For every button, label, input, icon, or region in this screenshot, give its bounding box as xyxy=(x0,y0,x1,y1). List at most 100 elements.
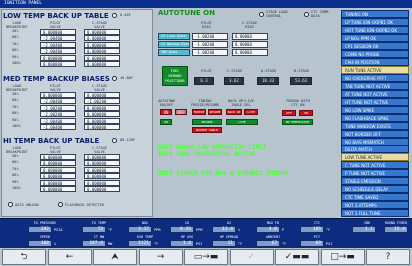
cstage-valve-cell[interactable]: 0.000000 xyxy=(84,179,120,186)
cstage-valve-cell[interactable]: 0.000000 xyxy=(84,35,120,42)
cstage-valve-cell[interactable]: 0.000000 xyxy=(84,54,120,61)
pilot-valve-cell[interactable]: 0.000000 xyxy=(40,154,76,160)
confirm-button[interactable]: ✓ xyxy=(229,249,274,265)
cstage-valve-cell[interactable]: 0.000000 xyxy=(84,48,120,55)
med-table-col3-header: C-STAGE VALVE xyxy=(92,84,108,92)
ibh-value: 1.1 xyxy=(352,226,376,233)
process-value-label: EXH TEMP xyxy=(136,235,154,239)
pilot-valve-cell[interactable]: 0.000000 xyxy=(40,61,76,67)
cstage-bias-value[interactable]: 0.00000 xyxy=(232,33,268,40)
status-indicator[interactable]: LP TUNE ION-OOPB1 OK xyxy=(341,17,409,26)
status-indicator[interactable]: P TUNE NOT ACTIVE xyxy=(341,169,409,178)
cstage-valve-cell[interactable]: 0.000000 xyxy=(84,160,120,167)
freeze-button[interactable]: FREEZE xyxy=(192,109,206,115)
pilot-valve-cell[interactable]: -2.00400 xyxy=(40,117,76,124)
pilot-bias-value[interactable]: -1.00200 xyxy=(192,33,228,40)
status-indicator[interactable]: COMB NO PROBE xyxy=(341,49,409,58)
status-indicator[interactable]: NO BIAS MISMATCH xyxy=(341,137,409,146)
back-arrow-button[interactable]: ← xyxy=(47,249,92,265)
cstage-valve-cell[interactable]: 0.000000 xyxy=(84,166,120,173)
stage-load-radio[interactable] xyxy=(259,12,264,17)
status-indicator[interactable]: TUNE WINDOW EXISTS xyxy=(341,121,409,130)
help-button[interactable]: ? xyxy=(366,249,410,265)
pilot-bias-value[interactable]: -1.00200 xyxy=(192,41,228,48)
status-indicator[interactable]: HOT TUNE ION-OOPB2 OK xyxy=(341,25,409,34)
pilot-valve-cell[interactable]: -2.00400 xyxy=(40,48,76,55)
status-indicator[interactable]: LP NOx PPM OK xyxy=(341,33,409,42)
cstage-valve-cell[interactable]: 0.000000 xyxy=(84,104,120,111)
status-indicator[interactable]: CTC TIME SAVED xyxy=(341,193,409,202)
pilot-valve-cell[interactable]: -2.00400 xyxy=(40,98,76,105)
hi-table-radio[interactable] xyxy=(112,138,117,143)
pilot-valve-cell[interactable]: 0.000000 xyxy=(40,29,76,35)
autotune-on-button[interactable]: ON xyxy=(160,109,172,115)
low-table-range: 0-40F xyxy=(120,13,131,17)
next-display-button[interactable]: □→▬ xyxy=(320,249,365,265)
status-indicator[interactable]: NOT 3 ATTEMPS xyxy=(341,201,409,210)
cstage-bias-value[interactable]: 0.00000 xyxy=(232,41,268,48)
up-arrow-button[interactable]: ⮝ xyxy=(93,249,137,265)
cstage-valve-cell[interactable]: 0.000000 xyxy=(84,111,120,118)
cstage-valve-cell[interactable]: 0.000000 xyxy=(84,186,120,192)
backup-button[interactable]: BACK UP xyxy=(226,109,242,115)
accept-button[interactable]: ✓▬▬ xyxy=(275,249,319,265)
low-table-radio[interactable] xyxy=(112,13,117,18)
status-indicator[interactable]: TAB TUNE NOT ACTIVE xyxy=(341,81,409,90)
status-indicator[interactable]: AT TUNE NOT ACTIVE xyxy=(341,89,409,98)
cstage-valve-cell[interactable]: 0.000000 xyxy=(84,117,120,124)
status-indicator[interactable]: CM4 IN POSITION xyxy=(341,57,409,66)
forward-arrow-button[interactable]: → xyxy=(138,249,183,265)
cstage-valve-cell[interactable]: 0.000000 xyxy=(84,154,120,160)
process-value: 11.4 xyxy=(212,226,236,233)
cstage-valve-cell[interactable]: 0.000000 xyxy=(84,92,120,98)
pilot-valve-cell[interactable]: -2.00400 xyxy=(40,41,76,48)
pilot-valve-cell[interactable]: 0.000000 xyxy=(40,186,76,192)
cstage-valve-cell[interactable]: 0.000000 xyxy=(84,41,120,48)
status-indicator[interactable]: TUNING ON xyxy=(341,10,409,18)
status-indicator[interactable]: LOW TUNE ACTIVE xyxy=(341,153,409,162)
ctc-off-button[interactable]: OFF xyxy=(282,110,296,116)
pilot-valve-cell[interactable]: 0.000000 xyxy=(40,173,76,180)
cstage-valve-cell[interactable]: 0.000000 xyxy=(84,29,120,35)
status-indicator[interactable]: DELTA MATCH xyxy=(341,145,409,154)
pilot-valve-cell[interactable]: 0.000000 xyxy=(40,92,76,98)
status-indicator[interactable]: C TUNE NOT ACTIVE xyxy=(341,161,409,170)
cstage-valve-cell[interactable]: 0.000000 xyxy=(84,61,120,67)
status-indicator[interactable]: NO FLASHBACK SPIKE xyxy=(341,113,409,122)
pilot-valve-cell[interactable]: 0.000000 xyxy=(40,54,76,61)
autotune-off-button[interactable]: OFF xyxy=(175,109,187,115)
backup-tables-panel xyxy=(1,9,153,217)
status-indicator[interactable]: STABLE EMISSION xyxy=(341,177,409,186)
med-table-radio[interactable] xyxy=(112,76,117,81)
autotune-on-status: ON xyxy=(160,119,172,125)
status-indicator[interactable]: CP1 SESSION OK xyxy=(341,41,409,50)
cstage-valve-cell[interactable]: 0.000000 xyxy=(84,173,120,180)
pilot-valve-cell[interactable]: -2.00200 xyxy=(40,111,76,118)
status-indicator[interactable]: NO LOW SPIKE xyxy=(341,105,409,114)
status-indicator[interactable]: RUN TUNE ACTIVE xyxy=(341,65,409,74)
cstage-bias-value[interactable]: 0.00000 xyxy=(232,49,268,56)
status-indicator[interactable]: NO OVERDRIVE PFFT xyxy=(341,73,409,82)
status-indicator[interactable]: HT TUNE NOT ACTIVE xyxy=(341,97,409,106)
resume-button[interactable]: RESUME xyxy=(208,109,222,115)
process-value-unit: °F xyxy=(154,242,159,246)
ctc-comm-radio[interactable] xyxy=(304,12,309,17)
status-indicator[interactable]: NO SCHEDULE DELAY xyxy=(341,185,409,194)
pilot-bias-value[interactable]: -1.00200 xyxy=(192,49,228,56)
cstage-label: C-STAGE xyxy=(227,69,243,73)
pilot-valve-cell[interactable]: -2.00200 xyxy=(40,104,76,111)
swap-button[interactable]: ▭→▬ xyxy=(184,249,228,265)
pilot-valve-cell[interactable]: 0.000000 xyxy=(40,179,76,186)
status-indicator[interactable]: NOT 3 FULL TUNE xyxy=(341,209,409,218)
ctc-on-button[interactable]: ON xyxy=(299,110,313,116)
live-button[interactable]: LIVE xyxy=(244,109,258,115)
pilot-valve-cell[interactable]: 0.000000 xyxy=(40,166,76,173)
pilot-valve-cell[interactable]: -1.00400 xyxy=(40,124,76,130)
cstage-valve-cell[interactable]: -1.00200 xyxy=(84,98,120,105)
undo-button[interactable]: ⮌ xyxy=(2,249,46,265)
pilot-valve-cell[interactable]: 0.000000 xyxy=(40,160,76,167)
cstage-valve-cell[interactable]: 0.000000 xyxy=(84,124,120,130)
pilot-valve-cell[interactable]: -2.00400 xyxy=(40,35,76,42)
status-indicator[interactable]: NOT BORDER OFF xyxy=(341,129,409,138)
med-table-range: 40-80F xyxy=(120,76,133,80)
